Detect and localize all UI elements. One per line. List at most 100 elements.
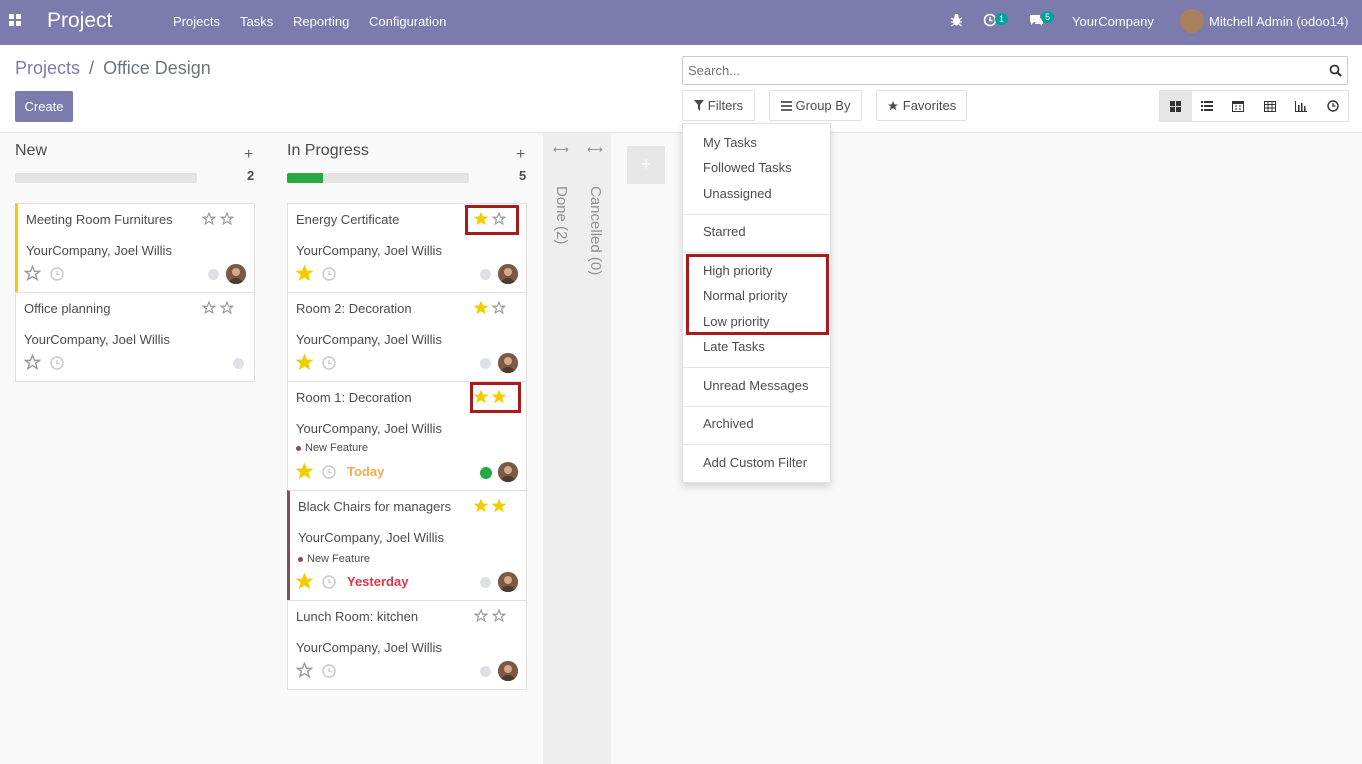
assignee-avatar[interactable] bbox=[226, 264, 246, 284]
priority-star-icon[interactable] bbox=[491, 300, 507, 315]
bug-icon[interactable] bbox=[950, 13, 963, 30]
column-title: In Progress bbox=[287, 142, 369, 159]
filter-unread-messages[interactable]: Unread Messages bbox=[703, 378, 809, 393]
search-box[interactable] bbox=[682, 56, 1348, 85]
priority-star-icon[interactable] bbox=[473, 300, 489, 315]
kanban-state-dot[interactable] bbox=[480, 467, 492, 479]
favorite-star-icon[interactable] bbox=[295, 462, 314, 480]
filter-my-tasks[interactable]: My Tasks bbox=[703, 135, 757, 150]
priority-star-icon[interactable] bbox=[201, 300, 217, 315]
favorite-star-icon[interactable] bbox=[295, 572, 314, 590]
task-customer: YourCompany, Joel Willis bbox=[296, 640, 442, 655]
column-title: New bbox=[15, 142, 48, 159]
filter-unassigned[interactable]: Unassigned bbox=[703, 186, 772, 201]
assignee-avatar[interactable] bbox=[498, 353, 518, 373]
task-customer: YourCompany, Joel Willis bbox=[24, 332, 170, 347]
activity-clock-icon[interactable] bbox=[322, 465, 336, 482]
dropdown-divider bbox=[683, 214, 830, 215]
app-title[interactable]: Project bbox=[47, 9, 112, 33]
highlight-box-priority-filters bbox=[686, 254, 829, 335]
priority-star-icon[interactable] bbox=[473, 498, 489, 513]
menu-configuration[interactable]: Configuration bbox=[369, 14, 446, 29]
quick-create-plus-icon[interactable]: + bbox=[516, 146, 525, 164]
task-name: Office planning bbox=[24, 301, 111, 316]
apps-menu-icon[interactable] bbox=[9, 14, 23, 28]
priority-star-icon[interactable] bbox=[219, 300, 235, 315]
kanban-state-dot[interactable] bbox=[480, 577, 491, 588]
assignee-avatar[interactable] bbox=[498, 572, 518, 592]
add-column-button[interactable]: + bbox=[627, 146, 665, 184]
assignee-avatar[interactable] bbox=[498, 462, 518, 482]
kanban-view-icon[interactable] bbox=[1160, 91, 1192, 121]
menu-reporting[interactable]: Reporting bbox=[293, 14, 349, 29]
user-avatar[interactable] bbox=[1180, 9, 1204, 33]
favorite-star-icon[interactable] bbox=[295, 661, 314, 679]
activity-clock-icon[interactable] bbox=[50, 267, 64, 284]
column-count: 5 bbox=[519, 168, 527, 183]
kanban-state-dot[interactable] bbox=[480, 666, 491, 677]
filter-late-tasks[interactable]: Late Tasks bbox=[703, 339, 765, 354]
company-switcher[interactable]: YourCompany bbox=[1072, 14, 1154, 29]
column-progress-bar[interactable] bbox=[287, 173, 469, 183]
task-tag: New Feature bbox=[296, 442, 368, 454]
assignee-avatar[interactable] bbox=[498, 661, 518, 681]
priority-star-icon[interactable] bbox=[219, 211, 235, 226]
search-input[interactable] bbox=[688, 63, 1308, 78]
graph-view-icon[interactable] bbox=[1286, 91, 1318, 121]
expand-arrows-icon[interactable]: ⟷ bbox=[587, 143, 603, 156]
priority-star-icon[interactable] bbox=[491, 498, 507, 513]
activity-clock-icon[interactable] bbox=[50, 356, 64, 373]
column-progress-bar[interactable] bbox=[15, 173, 197, 183]
priority-star-icon[interactable] bbox=[491, 608, 507, 623]
favorites-label: Favorites bbox=[902, 98, 957, 113]
kanban-state-dot[interactable] bbox=[208, 269, 219, 280]
user-menu[interactable]: Mitchell Admin (odoo14) bbox=[1209, 14, 1348, 29]
kanban-column-cancelled-folded[interactable]: ⟷ Cancelled (0) bbox=[577, 133, 611, 764]
kanban-state-dot[interactable] bbox=[480, 269, 491, 280]
favorite-star-icon[interactable] bbox=[23, 353, 42, 371]
create-button[interactable]: Create bbox=[15, 91, 73, 122]
priority-star-icon[interactable] bbox=[201, 211, 217, 226]
pivot-view-icon[interactable] bbox=[1254, 91, 1286, 121]
top-navbar: Project Projects Tasks Reporting Configu… bbox=[0, 0, 1362, 45]
activity-view-icon[interactable] bbox=[1317, 91, 1348, 121]
favorite-star-icon[interactable] bbox=[295, 264, 314, 282]
kanban-state-dot[interactable] bbox=[233, 358, 244, 369]
control-panel: Projects / Office Design Create Filters … bbox=[0, 45, 1362, 133]
filter-starred[interactable]: Starred bbox=[703, 224, 746, 239]
filter-followed-tasks[interactable]: Followed Tasks bbox=[703, 160, 792, 175]
task-deadline: Yesterday bbox=[347, 574, 409, 589]
filter-archived[interactable]: Archived bbox=[703, 416, 754, 431]
add-custom-filter[interactable]: Add Custom Filter bbox=[703, 455, 807, 470]
priority-star-icon[interactable] bbox=[473, 608, 489, 623]
activity-clock-icon[interactable] bbox=[322, 267, 336, 284]
filters-button[interactable]: Filters bbox=[682, 90, 755, 121]
task-deadline: Today bbox=[347, 464, 385, 479]
filter-icon bbox=[693, 100, 704, 111]
task-customer: YourCompany, Joel Willis bbox=[26, 243, 172, 258]
calendar-view-icon[interactable] bbox=[1222, 91, 1254, 121]
task-name: Room 2: Decoration bbox=[296, 301, 412, 316]
column-title: Done (2) bbox=[553, 186, 570, 245]
menu-tasks[interactable]: Tasks bbox=[240, 14, 273, 29]
assignee-avatar[interactable] bbox=[498, 264, 518, 284]
breadcrumb-projects[interactable]: Projects bbox=[15, 58, 80, 78]
favorite-star-icon[interactable] bbox=[23, 264, 42, 282]
favorite-star-icon[interactable] bbox=[295, 353, 314, 371]
expand-arrows-icon[interactable]: ⟷ bbox=[553, 143, 569, 156]
star-icon bbox=[887, 100, 898, 110]
list-view-icon[interactable] bbox=[1192, 91, 1223, 121]
activity-clock-icon[interactable] bbox=[322, 356, 336, 373]
search-icon[interactable] bbox=[1329, 64, 1342, 80]
progress-fill bbox=[287, 173, 324, 183]
dropdown-divider bbox=[683, 444, 830, 445]
task-name: Lunch Room: kitchen bbox=[296, 609, 419, 624]
kanban-state-dot[interactable] bbox=[480, 358, 491, 369]
activity-clock-icon[interactable] bbox=[322, 575, 336, 592]
activity-clock-icon[interactable] bbox=[322, 664, 336, 681]
favorites-button[interactable]: Favorites bbox=[876, 90, 967, 121]
kanban-column-done-folded[interactable]: ⟷ Done (2) bbox=[543, 133, 577, 764]
group-by-button[interactable]: Group By bbox=[769, 90, 862, 121]
quick-create-plus-icon[interactable]: + bbox=[244, 146, 253, 164]
menu-projects[interactable]: Projects bbox=[173, 14, 220, 29]
